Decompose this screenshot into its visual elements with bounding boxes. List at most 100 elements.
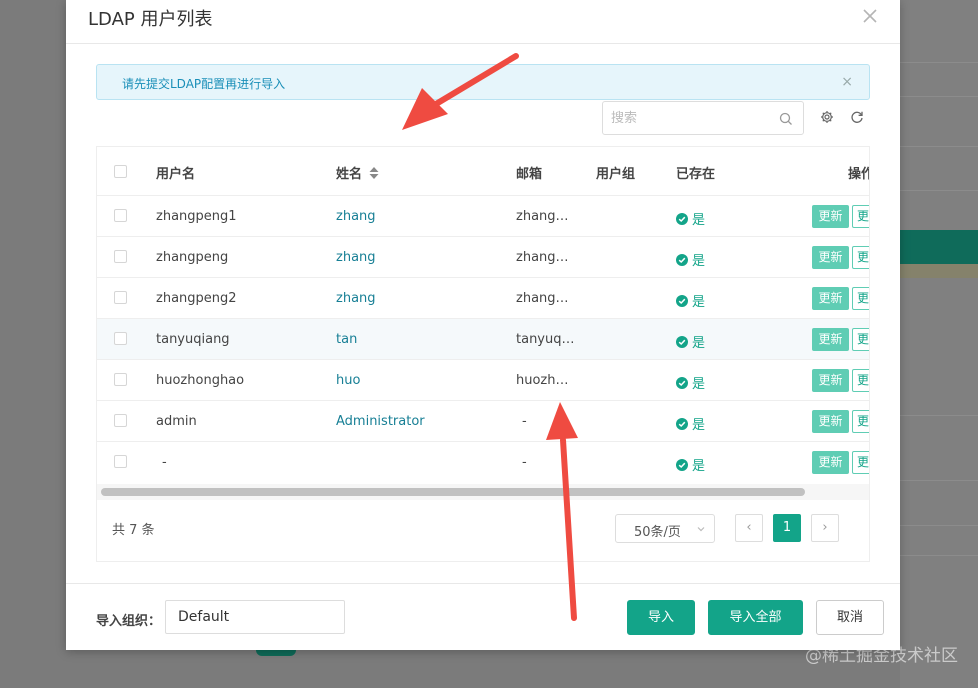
horizontal-scrollbar-thumb[interactable] — [101, 488, 805, 496]
cell-username: zhangpeng — [156, 250, 229, 265]
cancel-button[interactable]: 取消 — [816, 600, 884, 635]
exists-text: 是 — [692, 295, 706, 310]
page-size-value: 50条/页 — [634, 525, 681, 540]
select-all-checkbox[interactable] — [114, 165, 127, 178]
exists-text: 是 — [692, 377, 706, 392]
cell-email: zhangp… — [516, 209, 576, 224]
more-action-button[interactable]: 更 — [852, 328, 869, 351]
cell-email: zhangp… — [516, 250, 576, 265]
user-table: 用户名 姓名 邮箱 用户组 已存在 操作 zhangpeng1 zhang zh… — [96, 146, 870, 562]
background-right-panel — [900, 0, 978, 688]
check-circle-icon — [676, 459, 688, 471]
table-row: huozhonghao huo huozho… 是 更新 更 — [97, 360, 869, 401]
search-input[interactable] — [611, 109, 771, 127]
cell-exists: 是 — [676, 291, 705, 310]
table-row: tanyuqiang tan tanyuqi… 是 更新 更 — [97, 319, 869, 360]
header-name[interactable]: 姓名 — [336, 163, 362, 182]
row-checkbox[interactable] — [114, 332, 127, 345]
modal-title: LDAP 用户列表 — [88, 9, 213, 30]
background-divider — [900, 525, 978, 526]
cell-username: zhangpeng2 — [156, 291, 237, 306]
row-checkbox[interactable] — [114, 373, 127, 386]
update-button[interactable]: 更新 — [812, 205, 849, 228]
update-button[interactable]: 更新 — [812, 451, 849, 474]
background-divider — [900, 190, 978, 191]
background-header-bar — [900, 230, 978, 264]
more-action-button[interactable]: 更 — [852, 205, 869, 228]
exists-text: 是 — [692, 459, 706, 474]
info-alert: 请先提交LDAP配置再进行导入 × — [96, 64, 870, 100]
exists-text: 是 — [692, 418, 706, 433]
background-highlight-bar — [900, 264, 978, 278]
check-circle-icon — [676, 377, 688, 389]
row-checkbox[interactable] — [114, 414, 127, 427]
refresh-icon[interactable] — [850, 110, 864, 124]
check-circle-icon — [676, 254, 688, 266]
chevron-down-icon — [697, 527, 705, 532]
update-button[interactable]: 更新 — [812, 328, 849, 351]
more-action-button[interactable]: 更 — [852, 246, 869, 269]
more-action-button[interactable]: 更 — [852, 369, 869, 392]
page-size-select[interactable]: 50条/页 — [615, 514, 715, 543]
header-group: 用户组 — [596, 167, 636, 182]
cell-username: tanyuqiang — [156, 332, 230, 347]
page-1-button[interactable]: 1 — [773, 514, 801, 542]
table-header: 用户名 姓名 邮箱 用户组 已存在 操作 — [97, 147, 869, 196]
update-button[interactable]: 更新 — [812, 369, 849, 392]
cell-email: - — [522, 414, 527, 429]
header-username: 用户名 — [156, 167, 196, 182]
header-actions: 操作 — [848, 167, 869, 182]
cell-name: zhang — [336, 291, 376, 306]
more-action-button[interactable]: 更 — [852, 287, 869, 310]
more-action-button[interactable]: 更 — [852, 410, 869, 433]
cell-username: huozhonghao — [156, 373, 245, 388]
modal-footer: 导入组织： 导入 导入全部 取消 — [66, 583, 900, 650]
cell-exists: 是 — [676, 414, 705, 433]
close-icon[interactable] — [860, 6, 880, 26]
cell-exists: 是 — [676, 455, 705, 474]
sort-icon[interactable] — [369, 167, 379, 179]
row-checkbox[interactable] — [114, 250, 127, 263]
table-row: admin Administrator - 是 更新 更 — [97, 401, 869, 442]
table-row: zhangpeng2 zhang zhangp… 是 更新 更 — [97, 278, 869, 319]
next-page-button[interactable]: › — [811, 514, 839, 542]
cell-name: huo — [336, 373, 361, 388]
table-row: zhangpeng1 zhang zhangp… 是 更新 更 — [97, 196, 869, 237]
modal-header: LDAP 用户列表 — [66, 0, 900, 44]
background-divider — [900, 96, 978, 97]
update-button[interactable]: 更新 — [812, 287, 849, 310]
background-divider — [900, 62, 978, 63]
check-circle-icon — [676, 213, 688, 225]
row-checkbox[interactable] — [114, 291, 127, 304]
check-circle-icon — [676, 418, 688, 430]
header-email: 邮箱 — [516, 167, 543, 182]
background-divider — [900, 415, 978, 416]
alert-text: 请先提交LDAP配置再进行导入 — [122, 77, 286, 91]
import-all-button[interactable]: 导入全部 — [708, 600, 803, 635]
cell-name: zhang — [336, 209, 376, 224]
cell-name: tan — [336, 332, 358, 347]
background-divider — [900, 480, 978, 481]
ldap-user-list-modal: LDAP 用户列表 请先提交LDAP配置再进行导入 × 用户名 姓名 — [66, 0, 900, 650]
row-checkbox[interactable] — [114, 455, 127, 468]
gear-icon[interactable] — [820, 110, 834, 124]
prev-page-button[interactable]: ‹ — [735, 514, 763, 542]
cell-name: zhang — [336, 250, 376, 265]
cell-exists: 是 — [676, 332, 705, 351]
cell-username: - — [162, 455, 167, 470]
import-org-input[interactable] — [165, 600, 345, 634]
update-button[interactable]: 更新 — [812, 410, 849, 433]
update-button[interactable]: 更新 — [812, 246, 849, 269]
cell-username: zhangpeng1 — [156, 209, 237, 224]
more-action-button[interactable]: 更 — [852, 451, 869, 474]
exists-text: 是 — [692, 336, 706, 351]
background-divider — [900, 146, 978, 147]
search-icon[interactable] — [779, 112, 793, 126]
alert-close-icon[interactable]: × — [841, 74, 853, 90]
import-org-label: 导入组织： — [96, 614, 162, 629]
row-checkbox[interactable] — [114, 209, 127, 222]
table-row: zhangpeng zhang zhangp… 是 更新 更 — [97, 237, 869, 278]
cell-email: zhangp… — [516, 291, 576, 306]
import-button[interactable]: 导入 — [627, 600, 695, 635]
check-circle-icon — [676, 336, 688, 348]
